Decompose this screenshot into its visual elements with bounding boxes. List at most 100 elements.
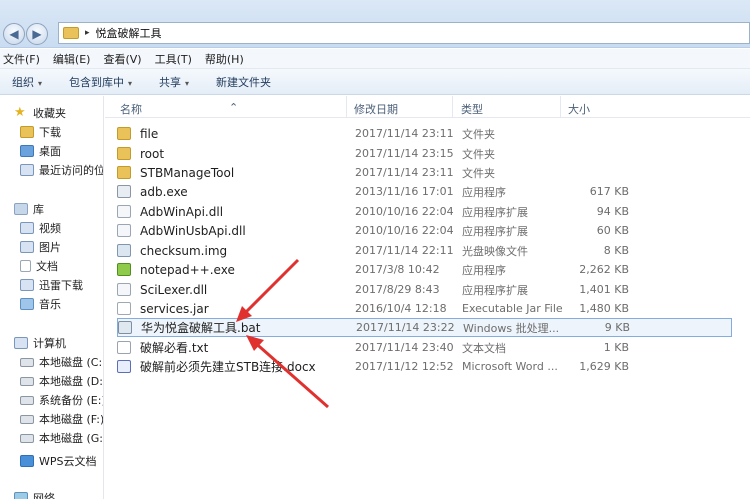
sidebar-item-drive-g[interactable]: 本地磁盘 (G:) (20, 429, 103, 447)
navigation-pane: ★ 收藏夹 下载 桌面 最近访问的位 库 视频 图片 文档 迅雷下载 音乐 计算机… (0, 96, 104, 499)
file-row[interactable]: checksum.img 2017/11/14 22:11 光盘映像文件 8 KB (117, 241, 732, 260)
organize-button[interactable]: 组织 ▾ (12, 74, 42, 90)
file-row[interactable]: file 2017/11/14 23:11 文件夹 (117, 124, 732, 143)
sidebar-network[interactable]: 网络 (14, 489, 55, 499)
text-file-icon (117, 341, 131, 354)
sidebar-item-drive-c[interactable]: 本地磁盘 (C:) (20, 353, 104, 371)
sidebar-label: 本地磁盘 (C:) (39, 356, 104, 369)
sidebar-label: 文档 (36, 260, 58, 273)
dll-icon (117, 224, 131, 237)
file-size: 617 KB (589, 185, 629, 198)
column-divider[interactable] (560, 96, 561, 118)
back-button[interactable]: ◀ (3, 23, 25, 45)
column-name[interactable]: 名称 (120, 101, 142, 117)
folder-icon (117, 166, 131, 179)
sidebar-favorites[interactable]: ★ 收藏夹 (14, 104, 66, 122)
sidebar-item-music[interactable]: 音乐 (20, 295, 61, 313)
file-row[interactable]: AdbWinApi.dll 2010/10/16 22:04 应用程序扩展 94 KB (117, 202, 732, 221)
file-row[interactable]: services.jar 2016/10/4 12:18 Executable Ja… (117, 299, 732, 318)
file-name: checksum.img (140, 243, 228, 258)
file-date: 2017/11/14 23:40 (355, 341, 454, 354)
file-name: 破解前必须先建立STB连接.docx (140, 360, 316, 374)
file-date: 2017/11/14 23:22 (356, 321, 455, 334)
file-row[interactable]: SciLexer.dll 2017/8/29 8:43 应用程序扩展 1,401 KB (117, 280, 732, 299)
library-icon (14, 203, 28, 215)
drive-icon (20, 357, 34, 367)
folder-icon (117, 147, 131, 160)
file-type: 文本文档 (462, 341, 506, 355)
sidebar-item-drive-d[interactable]: 本地磁盘 (D:) (20, 372, 103, 390)
file-row-selected[interactable]: 华为悦盒破解工具.bat 2017/11/14 23:22 Windows 批处理.… (117, 318, 732, 337)
column-date[interactable]: 修改日期 (354, 101, 398, 117)
menu-edit[interactable]: 编辑(E) (53, 51, 91, 67)
share-button[interactable]: 共享 ▾ (159, 74, 189, 90)
sidebar-item-desktop[interactable]: 桌面 (20, 142, 61, 160)
breadcrumb-current[interactable]: 悦盒破解工具 (96, 25, 162, 41)
file-date: 2010/10/16 22:04 (355, 205, 454, 218)
sidebar-libraries[interactable]: 库 (14, 200, 44, 218)
sidebar-item-documents[interactable]: 文档 (20, 257, 58, 275)
jar-file-icon (117, 302, 131, 315)
address-bar[interactable]: ▸ 悦盒破解工具 (58, 22, 750, 44)
file-date: 2017/11/14 22:11 (355, 244, 454, 257)
file-row[interactable]: AdbWinUsbApi.dll 2010/10/16 22:04 应用程序扩展 60… (117, 221, 732, 240)
sidebar-item-videos[interactable]: 视频 (20, 219, 61, 237)
menu-bar: 文件(F) 编辑(E) 查看(V) 工具(T) 帮助(H) (0, 49, 750, 69)
new-folder-button[interactable]: 新建文件夹 (216, 74, 271, 90)
file-row[interactable]: STBManageTool 2017/11/14 23:11 文件夹 (117, 163, 732, 182)
sidebar-item-drive-f[interactable]: 本地磁盘 (F:) (20, 410, 103, 428)
document-icon (20, 260, 31, 272)
folder-icon (117, 127, 131, 140)
file-date: 2016/10/4 12:18 (355, 302, 447, 315)
folder-icon (63, 27, 79, 39)
sidebar-label: 视频 (39, 222, 61, 235)
sidebar-item-downloads[interactable]: 下载 (20, 123, 61, 141)
star-icon: ★ (14, 105, 26, 120)
forward-button[interactable]: ▶ (26, 23, 48, 45)
download-icon (20, 279, 34, 291)
file-type: 文件夹 (462, 127, 495, 141)
chevron-down-icon: ▾ (38, 78, 43, 88)
file-row[interactable]: notepad++.exe 2017/3/8 10:42 应用程序 2,262 KB (117, 260, 732, 279)
sidebar-item-pictures[interactable]: 图片 (20, 238, 61, 256)
file-name: services.jar (140, 301, 209, 316)
file-type: 文件夹 (462, 166, 495, 180)
sidebar-item-wps[interactable]: WPS云文档 (20, 452, 97, 470)
file-row[interactable]: root 2017/11/14 23:15 文件夹 (117, 144, 732, 163)
file-row[interactable]: 破解前必须先建立STB连接.docx 2017/11/12 12:52 Micros… (117, 357, 732, 376)
column-divider[interactable] (452, 96, 453, 118)
sidebar-computer[interactable]: 计算机 (14, 334, 66, 352)
file-name: AdbWinApi.dll (140, 204, 224, 219)
file-type: 文件夹 (462, 147, 495, 161)
chevron-down-icon: ▾ (185, 78, 190, 88)
sort-indicator-icon: ⌃ (229, 101, 239, 114)
file-date: 2017/11/14 23:11 (355, 166, 454, 179)
file-size: 94 KB (596, 205, 629, 218)
sidebar-label: 系统备份 (E:) (39, 394, 104, 407)
disc-image-icon (117, 244, 131, 257)
menu-tools[interactable]: 工具(T) (155, 51, 192, 67)
sidebar-item-drive-e[interactable]: 系统备份 (E:) (20, 391, 104, 409)
column-size[interactable]: 大小 (568, 101, 590, 117)
file-type: 应用程序扩展 (462, 224, 528, 238)
menu-help[interactable]: 帮助(H) (205, 51, 244, 67)
file-date: 2010/10/16 22:04 (355, 224, 454, 237)
file-date: 2017/11/14 23:11 (355, 127, 454, 140)
sidebar-item-recent[interactable]: 最近访问的位 (20, 161, 103, 179)
drive-icon (20, 395, 34, 405)
file-size: 1 KB (603, 341, 629, 354)
file-size: 1,401 KB (579, 283, 629, 296)
menu-file[interactable]: 文件(F) (3, 51, 40, 67)
file-date: 2017/3/8 10:42 (355, 263, 440, 276)
include-in-library-button[interactable]: 包含到库中 ▾ (69, 74, 132, 90)
column-divider[interactable] (346, 96, 347, 118)
forward-arrow-icon: ▶ (32, 27, 42, 41)
file-row[interactable]: 破解必看.txt 2017/11/14 23:40 文本文档 1 KB (117, 338, 732, 357)
column-type[interactable]: 类型 (461, 101, 483, 117)
new-folder-label: 新建文件夹 (216, 75, 272, 89)
menu-view[interactable]: 查看(V) (103, 51, 141, 67)
breadcrumb-separator[interactable]: ▸ (85, 28, 90, 38)
file-row[interactable]: adb.exe 2013/11/16 17:01 应用程序 617 KB (117, 182, 732, 201)
file-list-pane: ⌃ 名称 修改日期 类型 大小 file 2017/11/14 23:11 文件夹 … (105, 96, 750, 499)
sidebar-item-thunder-downloads[interactable]: 迅雷下载 (20, 276, 83, 294)
